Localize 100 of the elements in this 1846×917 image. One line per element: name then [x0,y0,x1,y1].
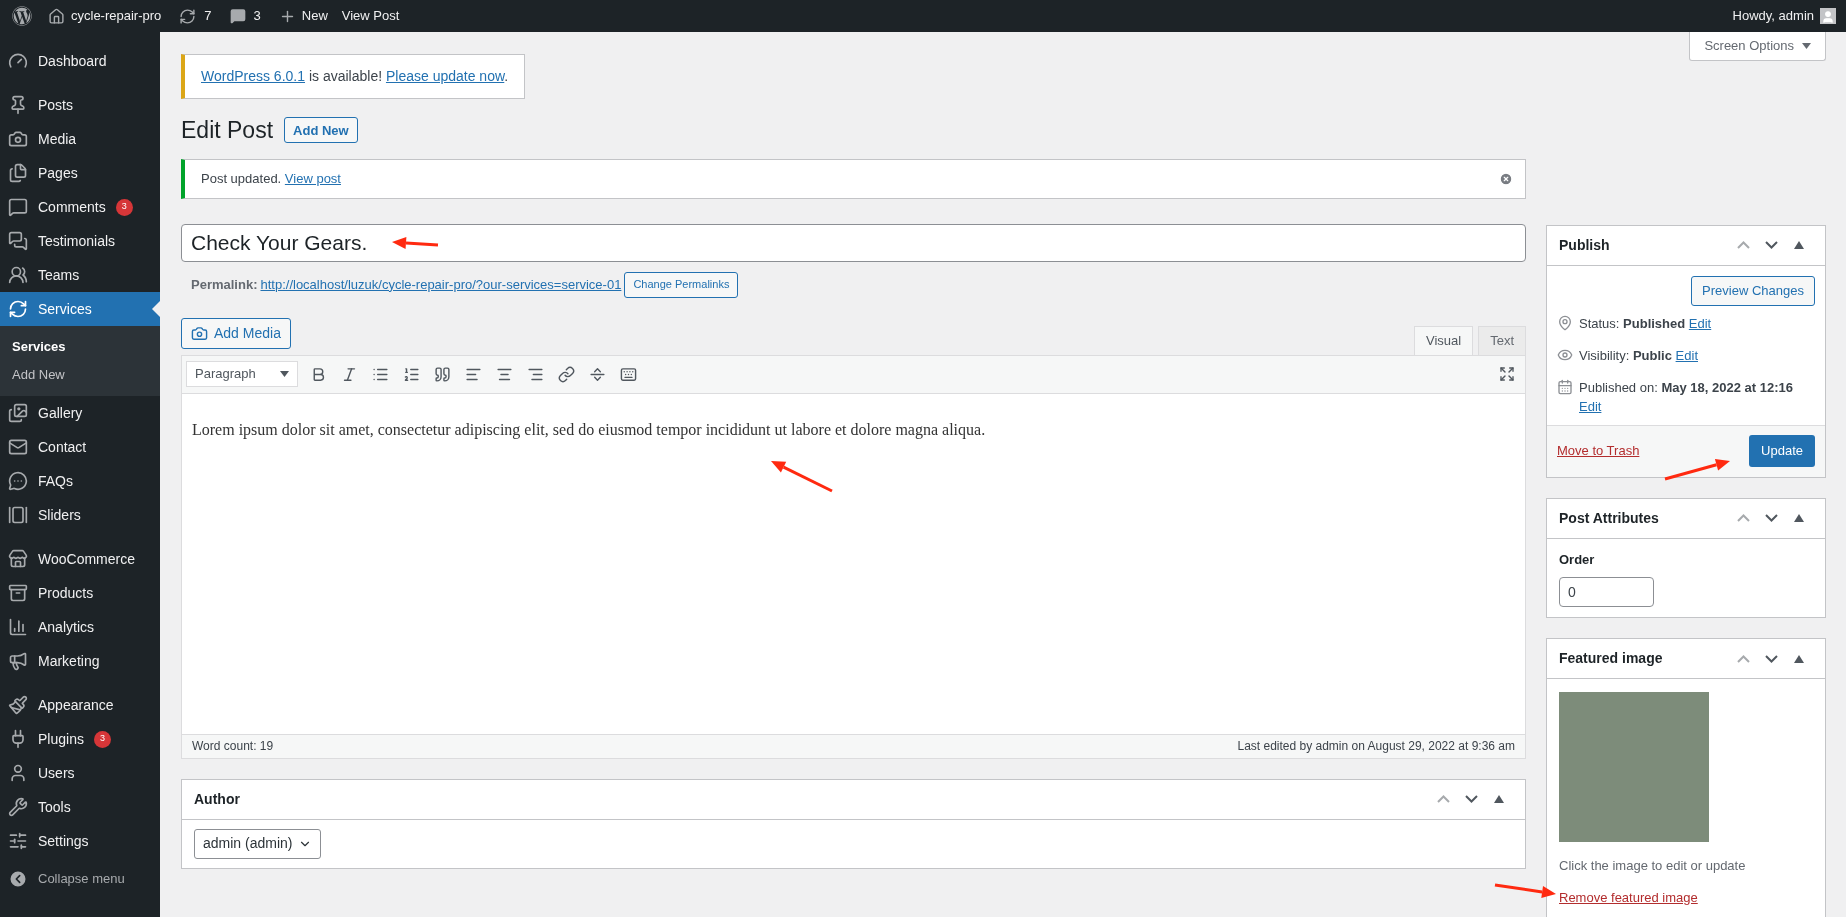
permalink-link[interactable]: http://localhost/luzuk/cycle-repair-pro/?our-services=service-01 [260,274,622,295]
remove-featured-image-link[interactable]: Remove featured image [1559,887,1813,907]
sidebar-item[interactable]: Gallery [0,396,160,430]
close-icon [1499,171,1513,186]
count-badge: 3 [93,730,111,748]
box-title: Post Attributes [1559,508,1660,528]
link-icon [557,365,575,383]
add-media-button[interactable]: Add Media [181,317,291,349]
submenu-item[interactable]: Add New [0,361,160,389]
comment-icon [229,8,246,24]
refresh-icon [179,7,197,25]
update-button[interactable]: Update [1749,435,1815,467]
sidebar-item[interactable]: Settings [0,824,160,858]
edit-link[interactable]: Edit [1688,315,1712,331]
sidebar-item[interactable]: Pages [0,156,160,190]
sidebar-item[interactable]: Sliders [0,498,160,532]
editor-tab[interactable]: Text [1478,325,1526,355]
comments-link[interactable]: 3 [229,6,261,26]
dropdown-triangle-icon [1802,43,1811,49]
triangle-icon [1794,514,1804,522]
numbered-list-icon [402,365,420,383]
chevron-up-icon [1436,795,1450,803]
envelope-icon [8,437,28,457]
sidebar-item[interactable]: Marketing [0,644,160,678]
sidebar-item[interactable]: FAQs [0,464,160,498]
dashboard-gauge-icon [8,51,28,71]
slides-icon [8,505,28,525]
media-icon [8,129,28,149]
preview-changes-button[interactable]: Preview Changes [1691,275,1815,306]
update-notice: WordPress 6.0.1 is available! Please update now. [181,54,526,99]
sidebar-item[interactable]: Teams [0,258,160,292]
title-input[interactable]: Check Your Gears. [181,223,1526,262]
sidebar-item[interactable]: Media [0,122,160,156]
box-title: Featured image [1559,649,1664,668]
permalink-label: Permalink: [191,275,258,294]
sidebar-item[interactable]: Plugins 3 [0,722,160,756]
sidebar-item[interactable]: Services [0,292,160,326]
sidebar-item[interactable]: Tools [0,790,160,824]
sidebar-item[interactable]: WooCommerce [0,542,160,576]
media-icon [191,324,208,342]
pin-icon [1557,314,1573,331]
account-link[interactable]: Howdy, admin [1732,6,1836,26]
site-name-link[interactable]: cycle-repair-pro [48,6,162,26]
sidebar-item[interactable]: Analytics [0,610,160,644]
chevron-up-icon [1736,514,1750,522]
calendar-icon [1557,378,1573,395]
annotation-arrow [771,461,833,493]
annotation-arrow [1494,883,1556,898]
edit-link[interactable]: Edit [1579,399,1602,414]
sliders-icon [8,831,28,851]
megaphone-icon [8,651,28,671]
move-to-trash-link[interactable]: Move to Trash [1557,441,1640,461]
chevron-down-icon [1764,241,1778,249]
post-content: Lorem ipsum dolor sit amet, consectetur adipiscing elit, sed do eiusmod tempor incididunt ut labore et dolore magna aliqua. [192,419,987,441]
dismiss-button[interactable] [1499,171,1513,186]
annotation-arrow [392,236,439,249]
chevron-down-icon [1764,654,1778,663]
sidebar-item[interactable]: Comments 3 [0,190,160,224]
toolbar-toggle-icon [619,365,637,383]
change-permalinks-button[interactable]: Change Permalinks [624,271,739,298]
order-input[interactable]: 0 [1559,577,1654,607]
updates-link[interactable]: 7 [179,6,212,26]
wordpress-logo-icon [12,6,32,26]
sidebar-item[interactable]: Posts [0,88,160,122]
sidebar-item[interactable]: Contact [0,430,160,464]
comment-icon [8,197,28,217]
sidebar-item[interactable]: Testimonials [0,224,160,258]
collapse-menu-button[interactable]: Collapse menu [0,862,125,896]
chevron-up-icon [1736,241,1750,249]
editor-tab[interactable]: Visual [1413,325,1474,355]
avatar-icon [1820,8,1836,24]
current-pointer-icon [152,301,160,317]
count-badge: 3 [115,198,133,216]
speech-bubbles-icon [8,231,28,251]
gallery-icon [8,403,28,423]
featured-image-hint: Click the image to edit or update [1559,857,1747,875]
quote-icon [433,365,451,383]
chevron-down-icon [1464,795,1478,803]
sidebar-item[interactable]: Dashboard [0,44,160,78]
store-icon [8,549,28,569]
edit-link[interactable]: Edit [1675,347,1698,363]
sidebar-item[interactable]: Users [0,756,160,790]
author-select[interactable]: admin (admin) [194,828,322,859]
add-new-button[interactable]: Add New [284,117,358,144]
box-title: Author [194,789,241,809]
triangle-icon [1794,654,1804,663]
version-link[interactable]: WordPress 6.0.1 [201,68,305,84]
submenu-item[interactable]: Services [0,333,160,361]
paintbrush-icon [8,695,28,715]
publish-detail: Published on: May 18, 2022 at 12:16 Edit [1579,378,1794,416]
pages-icon [8,163,28,183]
format-select[interactable]: Paragraph [186,361,298,387]
sidebar-item[interactable]: Appearance [0,688,160,722]
order-label: Order [1559,550,1596,569]
screen-options-tab[interactable]: Screen Options [1689,32,1826,61]
view-post-link[interactable]: View Post [341,6,400,26]
new-link[interactable]: New [278,6,328,26]
view-post-link[interactable]: View post [284,170,341,186]
word-count: Word count: 19 [192,738,274,755]
sidebar-item[interactable]: Products [0,576,160,610]
